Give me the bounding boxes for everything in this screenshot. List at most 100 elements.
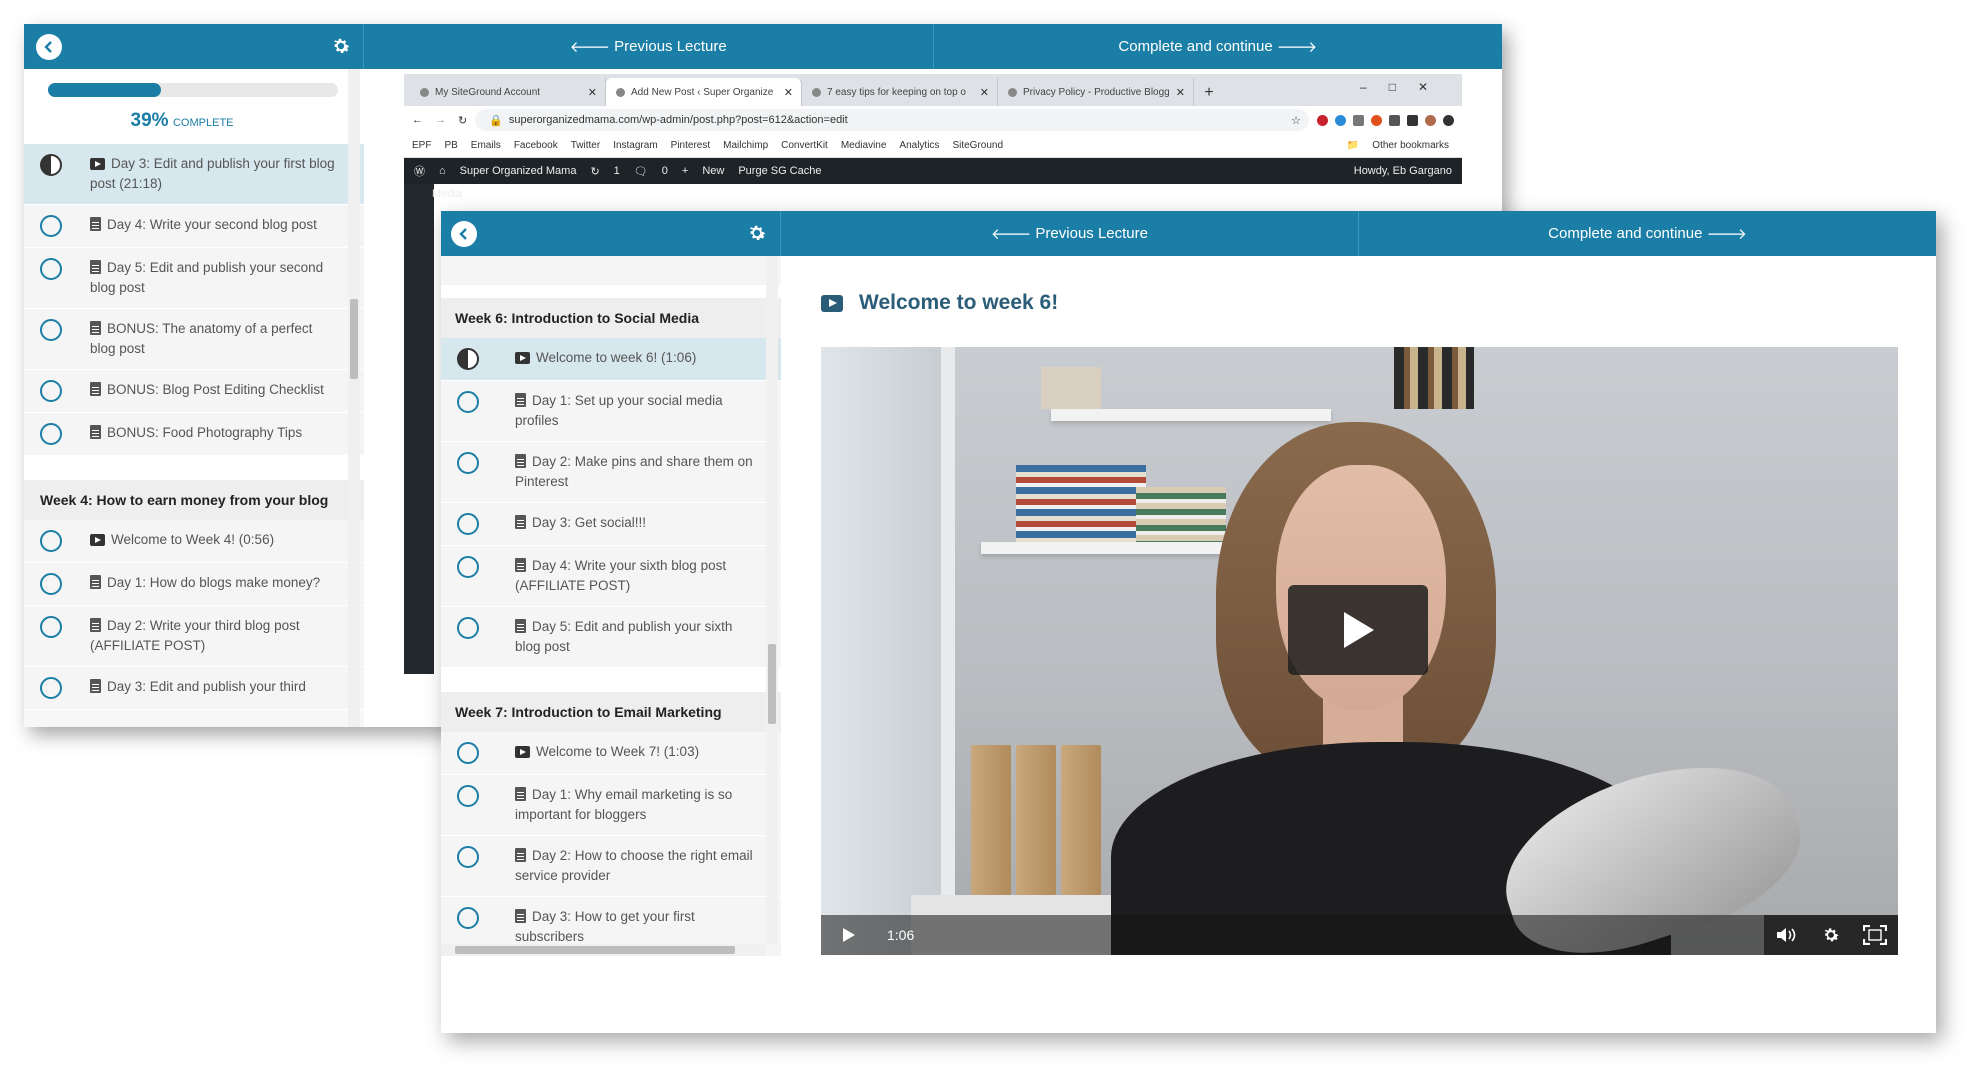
browser-tab[interactable]: Privacy Policy - Productive Blogg ✕	[998, 78, 1194, 106]
sidebar-scrollbar[interactable]	[766, 256, 778, 944]
lecture-item[interactable]: Day 1: Set up your social media profiles	[441, 381, 781, 442]
lecture-item[interactable]: Day 2: Make pins and share them on Pinte…	[441, 442, 781, 503]
url-bar[interactable]: 🔒 superorganizedmama.com/wp-admin/post.ph…	[475, 109, 1309, 131]
lecture-item[interactable]: Day 1: Why email marketing is so importa…	[441, 775, 781, 836]
scrollbar-thumb[interactable]	[350, 299, 358, 379]
extension-icon[interactable]	[1371, 114, 1382, 126]
lecture-item[interactable]: Day 2: Write your third blog post (AFFIL…	[24, 606, 364, 667]
bookmark-item[interactable]: Analytics	[899, 140, 939, 151]
document-icon	[90, 679, 101, 693]
wordpress-favicon-icon	[616, 87, 625, 97]
wp-site-name[interactable]: Super Organized Mama	[460, 165, 577, 177]
lecture-item[interactable]: Day 2: How to choose the right email ser…	[441, 836, 781, 897]
browser-tab[interactable]: My SiteGround Account ✕	[410, 78, 606, 106]
video-icon	[515, 352, 530, 364]
big-play-button[interactable]	[1288, 585, 1428, 675]
sidebar-horizontal-scrollbar[interactable]	[441, 944, 766, 956]
back-button[interactable]	[36, 34, 62, 60]
video-seek-bar[interactable]	[914, 915, 1764, 955]
wp-howdy-user[interactable]: Howdy, Eb Gargano	[1354, 165, 1452, 177]
lecture-item[interactable]: Day 5: Edit and publish your second blog…	[24, 248, 364, 309]
lecture-item[interactable]: Welcome to Week 7! (1:03)	[441, 732, 781, 775]
close-tab-icon[interactable]: ✕	[980, 86, 989, 99]
nav-back-icon[interactable]: ←	[412, 114, 423, 126]
settings-gear-icon[interactable]	[746, 222, 768, 244]
bookmark-item[interactable]: Mediavine	[841, 140, 887, 151]
lecture-item[interactable]: Welcome to week 6! (1:06)	[441, 338, 781, 381]
window-controls[interactable]: –□✕	[1360, 80, 1450, 94]
settings-gear-icon[interactable]	[330, 35, 352, 57]
close-tab-icon[interactable]: ✕	[1176, 86, 1185, 99]
video-lesson-icon	[821, 294, 843, 312]
fullscreen-icon[interactable]	[1863, 925, 1887, 945]
bookmark-item[interactable]: ConvertKit	[781, 140, 828, 151]
lecture-item[interactable]: Day 5: Edit and publish your sixth blog …	[441, 607, 781, 668]
document-icon	[515, 848, 526, 862]
wp-purge-cache[interactable]: Purge SG Cache	[738, 165, 821, 177]
browser-tab-active[interactable]: Add New Post ‹ Super Organize ✕	[606, 78, 802, 106]
extension-icon[interactable]	[1407, 114, 1418, 126]
profile-avatar[interactable]	[1425, 114, 1436, 126]
lecture-item[interactable]: BONUS: Blog Post Editing Checklist	[24, 370, 364, 413]
video-player[interactable]: 1:06	[821, 347, 1898, 955]
extension-icon[interactable]	[1335, 114, 1346, 126]
previous-lecture-button[interactable]: 🡐 Previous Lecture	[364, 24, 933, 69]
wp-menu-media[interactable]: Media	[432, 188, 462, 200]
curriculum-sidebar: Week 6: Introduction to Social Media Welc…	[441, 256, 781, 956]
bookmark-item[interactable]: EPF	[412, 140, 431, 151]
lecture-item[interactable]: Day 3: Edit and publish your first blog …	[24, 144, 364, 205]
lecture-item[interactable]: Day 4: Write your second blog post	[24, 205, 364, 248]
lecture-item[interactable]: Day 1: How do blogs make money?	[24, 563, 364, 606]
video-icon	[90, 534, 105, 546]
partially-visible-item[interactable]	[441, 256, 781, 286]
close-tab-icon[interactable]: ✕	[784, 86, 793, 99]
bookmark-item[interactable]: Pinterest	[671, 140, 710, 151]
bookmark-item[interactable]: Facebook	[514, 140, 558, 151]
scrollbar-thumb[interactable]	[455, 946, 735, 954]
volume-icon[interactable]	[1775, 926, 1799, 944]
close-tab-icon[interactable]: ✕	[588, 86, 597, 99]
reload-icon[interactable]: ↻	[458, 114, 467, 127]
play-pause-button[interactable]	[821, 915, 877, 955]
bookmark-item[interactable]: Twitter	[571, 140, 600, 151]
scrollbar-thumb[interactable]	[768, 644, 776, 724]
bookmark-item[interactable]: Instagram	[613, 140, 657, 151]
wp-updates-count[interactable]: 1	[614, 165, 620, 177]
complete-and-continue-button[interactable]: Complete and continue 🡒	[1358, 211, 1936, 256]
bookmark-item[interactable]: Emails	[471, 140, 501, 151]
previous-lecture-button[interactable]: 🡐 Previous Lecture	[781, 211, 1358, 256]
extensions-icons[interactable]	[1317, 114, 1454, 126]
lecture-item[interactable]: Day 3: Get social!!!	[441, 503, 781, 546]
sidebar-scrollbar[interactable]	[348, 69, 360, 727]
document-icon	[90, 321, 101, 335]
lecture-item[interactable]: Day 4: Write your sixth blog post (AFFIL…	[441, 546, 781, 607]
camera-extension-icon[interactable]	[1353, 114, 1364, 126]
browser-tab[interactable]: 7 easy tips for keeping on top o ✕	[802, 78, 998, 106]
browser-tab-title: My SiteGround Account	[435, 86, 541, 98]
bookmark-item[interactable]: PB	[444, 140, 457, 151]
new-tab-icon[interactable]: +	[1194, 84, 1224, 106]
other-bookmarks[interactable]: Other bookmarks	[1372, 140, 1449, 151]
lecture-item[interactable]: Day 3: Edit and publish your third	[24, 667, 364, 710]
menu-icon[interactable]	[1443, 114, 1454, 126]
extension-icon[interactable]	[1389, 114, 1400, 126]
bookmark-star-icon[interactable]: ☆	[1291, 114, 1301, 127]
previous-lecture-label: Previous Lecture	[1035, 225, 1148, 242]
video-scene-binder	[971, 745, 1011, 895]
bookmark-item[interactable]: Mailchimp	[723, 140, 768, 151]
wp-new-link[interactable]: New	[702, 165, 724, 177]
video-settings-gear-icon[interactable]	[1821, 925, 1841, 945]
back-button[interactable]	[451, 221, 477, 247]
wp-comments-count[interactable]: 0	[662, 165, 668, 177]
lecture-item[interactable]: Welcome to Week 4! (0:56)	[24, 520, 364, 563]
incomplete-status-icon	[457, 391, 479, 413]
pinterest-extension-icon[interactable]	[1317, 114, 1328, 126]
lesson-title: Welcome to week 6!	[859, 291, 1059, 314]
progress-track	[48, 83, 338, 97]
bookmark-item[interactable]: SiteGround	[952, 140, 1003, 151]
nav-forward-icon[interactable]: →	[435, 114, 446, 126]
complete-and-continue-button[interactable]: Complete and continue 🡒	[932, 24, 1503, 69]
lecture-item[interactable]: BONUS: Food Photography Tips	[24, 413, 364, 456]
wordpress-logo-icon[interactable]: Ⓦ	[414, 163, 425, 179]
lecture-item[interactable]: BONUS: The anatomy of a perfect blog pos…	[24, 309, 364, 370]
